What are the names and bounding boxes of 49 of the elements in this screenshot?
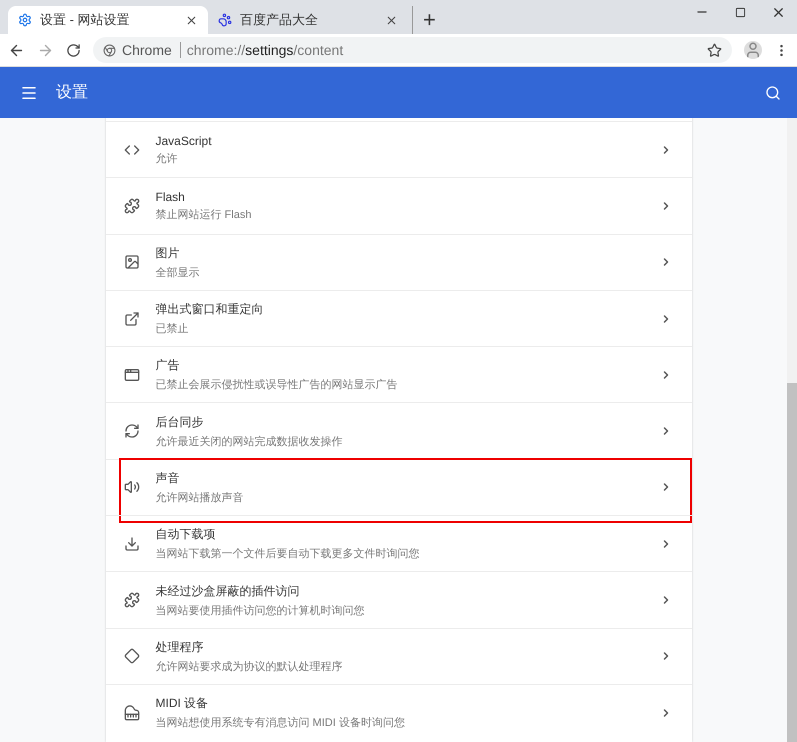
- header-title: 设置: [56, 83, 89, 103]
- setting-description: 全部显示: [156, 266, 200, 280]
- puzzle-piece-icon: [124, 592, 140, 608]
- star-icon[interactable]: [707, 42, 722, 58]
- maximize-icon[interactable]: [734, 6, 746, 18]
- close-icon[interactable]: [185, 14, 198, 26]
- setting-description: 允许最近关闭的网站完成数据收发操作: [156, 434, 344, 449]
- paw-icon: [218, 13, 232, 27]
- piano-keys-icon: [124, 704, 140, 721]
- speaker-icon: [124, 479, 140, 496]
- close-icon[interactable]: [385, 14, 398, 26]
- setting-description: 允许网站要求成为协议的默认处理程序: [156, 660, 344, 674]
- puzzle-piece-icon: [124, 198, 140, 214]
- setting-description: 已禁止: [156, 322, 190, 336]
- browser-tab[interactable]: 百度产品大全: [208, 6, 408, 34]
- setting-title[interactable]: Flash: [156, 190, 660, 204]
- setting-title[interactable]: 图片: [156, 244, 660, 262]
- setting-description: 允许网站播放声音: [156, 490, 244, 505]
- address-bar[interactable]: Chrome chrome://settings/content: [93, 37, 732, 63]
- setting-title[interactable]: 未经过沙盒屏蔽的插件访问: [156, 582, 660, 600]
- url-text: chrome://settings/content: [186, 42, 344, 58]
- setting-title[interactable]: 声音: [156, 470, 660, 487]
- chrome-logo-icon: [103, 44, 116, 56]
- setting-title[interactable]: 广告: [156, 357, 660, 374]
- setting-title[interactable]: JavaScript: [156, 134, 660, 148]
- setting-description: 当网站下载第一个文件后要自动下载更多文件时询问您: [156, 546, 420, 562]
- setting-description: 允许: [156, 152, 178, 166]
- setting-title[interactable]: 后台同步: [156, 414, 660, 431]
- sync-icon: [124, 423, 140, 440]
- external-link-icon: [124, 310, 140, 327]
- search-icon[interactable]: [765, 84, 781, 100]
- avatar-icon[interactable]: [744, 41, 762, 59]
- origin-label: Chrome: [122, 42, 181, 58]
- scrollbar[interactable]: [787, 118, 797, 742]
- reload-icon[interactable]: [66, 42, 81, 58]
- setting-title[interactable]: 处理程序: [156, 638, 660, 656]
- setting-title[interactable]: 弹出式窗口和重定向: [156, 301, 660, 318]
- diamond-icon: [124, 648, 140, 664]
- setting-description: 禁止网站运行 Flash: [156, 208, 252, 222]
- gear-icon: [18, 13, 32, 27]
- window-icon: [124, 366, 140, 383]
- setting-description: 当网站要使用插件访问您的计算机时询问您: [156, 604, 366, 618]
- browser-tab[interactable]: 设置 - 网站设置: [8, 6, 208, 34]
- setting-description: 已禁止会展示侵扰性或误导性广告的网站显示广告: [156, 378, 398, 392]
- image-icon: [124, 254, 140, 270]
- setting-description: 当网站想使用系统专有消息访问 MIDI 设备时询问您: [156, 716, 406, 730]
- setting-title[interactable]: 自动下载项: [156, 526, 660, 544]
- download-icon: [124, 536, 140, 552]
- setting-title[interactable]: MIDI 设备: [156, 695, 660, 712]
